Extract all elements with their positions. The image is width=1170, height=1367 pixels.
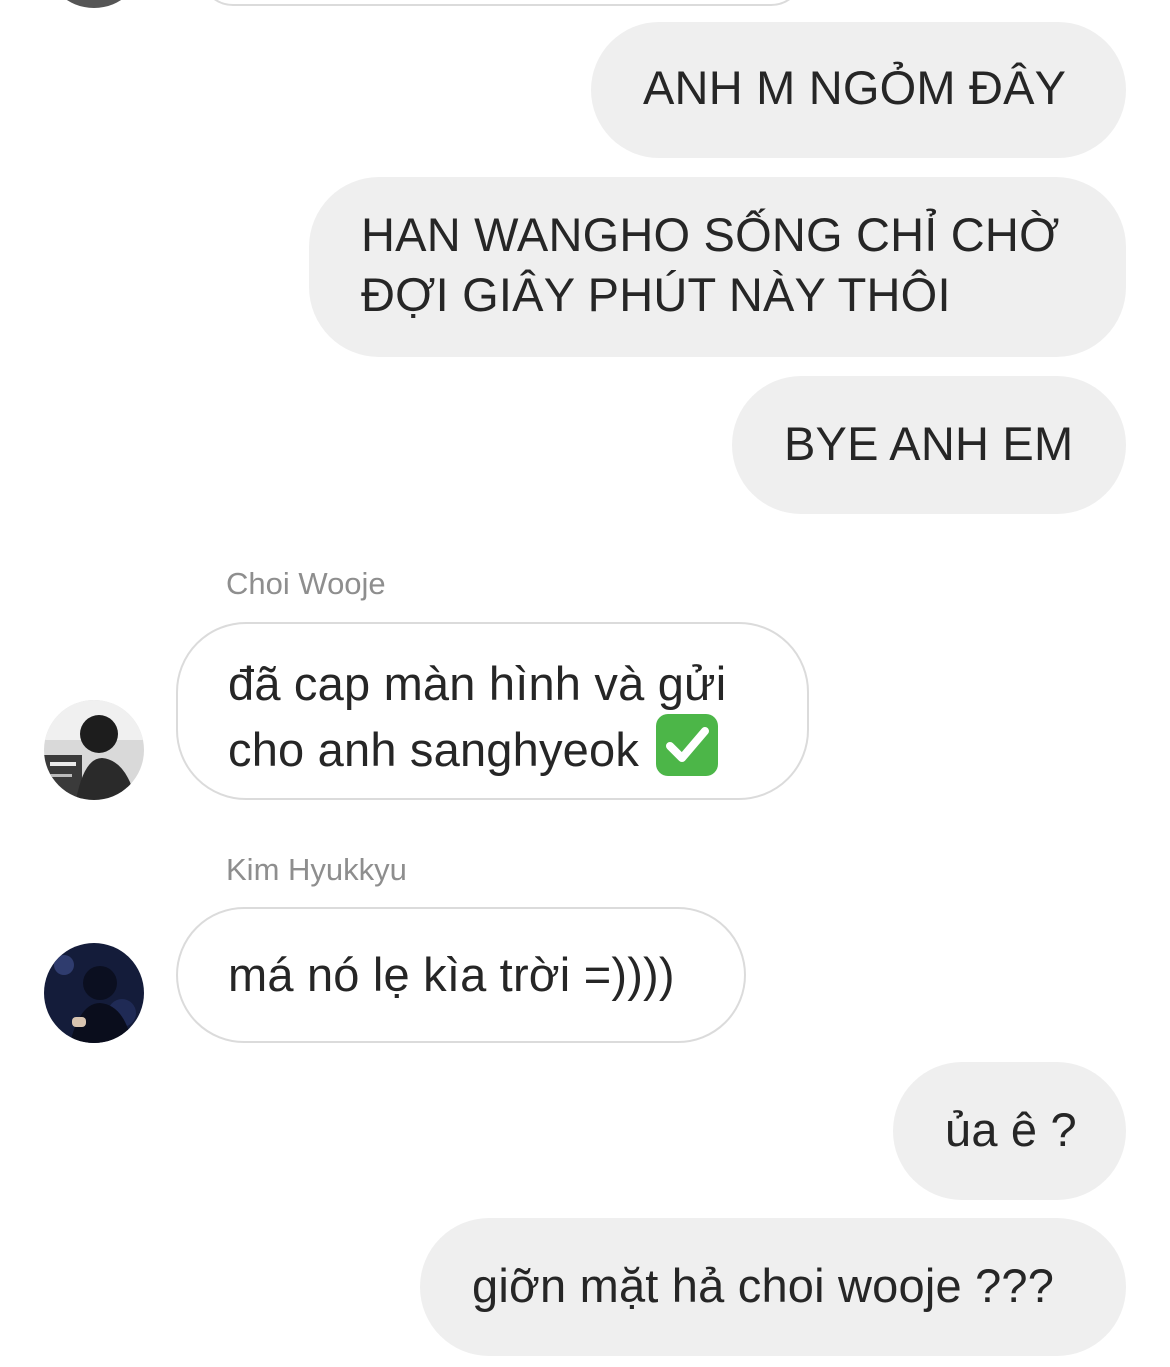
message-text-line: cho anh sanghyeok [228, 723, 640, 776]
message-text: giỡn mặt hả choi wooje ??? [472, 1259, 1055, 1312]
sender-name: Choi Wooje [226, 566, 386, 601]
message-text: ủa ê ? [945, 1103, 1077, 1156]
avatar-photo-icon [44, 943, 144, 1043]
message-text: BYE ANH EM [784, 417, 1074, 470]
outgoing-message-bubble[interactable]: HAN WANGHO SỐNG CHỈ CHỜ ĐỢI GIÂY PHÚT NÀ… [309, 177, 1126, 357]
incoming-message-bubble[interactable]: má nó lẹ kìa trời =)))) [176, 907, 746, 1043]
avatar-photo-icon [44, 700, 144, 800]
message-text-line: HAN WANGHO SỐNG CHỈ CHỜ [361, 208, 1060, 261]
avatar-kim-hyukkyu[interactable] [44, 943, 144, 1043]
message-text-line: ĐỢI GIÂY PHÚT NÀY THÔI [361, 268, 951, 321]
message-text: ANH M NGỎM ĐÂY [643, 61, 1067, 114]
sender-name: Kim Hyukkyu [226, 852, 407, 887]
incoming-message-bubble[interactable]: đã cap màn hình và gửi cho anh sanghyeok [176, 622, 809, 800]
message-text-line: đã cap màn hình và gửi [228, 657, 727, 710]
message-text-line-wrap: cho anh sanghyeok [228, 714, 807, 780]
outgoing-message-bubble[interactable]: giỡn mặt hả choi wooje ??? [420, 1218, 1126, 1356]
outgoing-message-bubble[interactable]: ủa ê ? [893, 1062, 1126, 1200]
outgoing-message-bubble[interactable]: BYE ANH EM [732, 376, 1126, 514]
white-heavy-check-mark-emoji-icon [656, 714, 719, 776]
avatar-partial [44, 0, 144, 8]
message-text: má nó lẹ kìa trời =)))) [228, 948, 675, 1001]
message-bubble-partial [200, 0, 804, 6]
avatar-choi-wooje[interactable] [44, 700, 144, 800]
outgoing-message-bubble[interactable]: ANH M NGỎM ĐÂY [591, 22, 1126, 158]
